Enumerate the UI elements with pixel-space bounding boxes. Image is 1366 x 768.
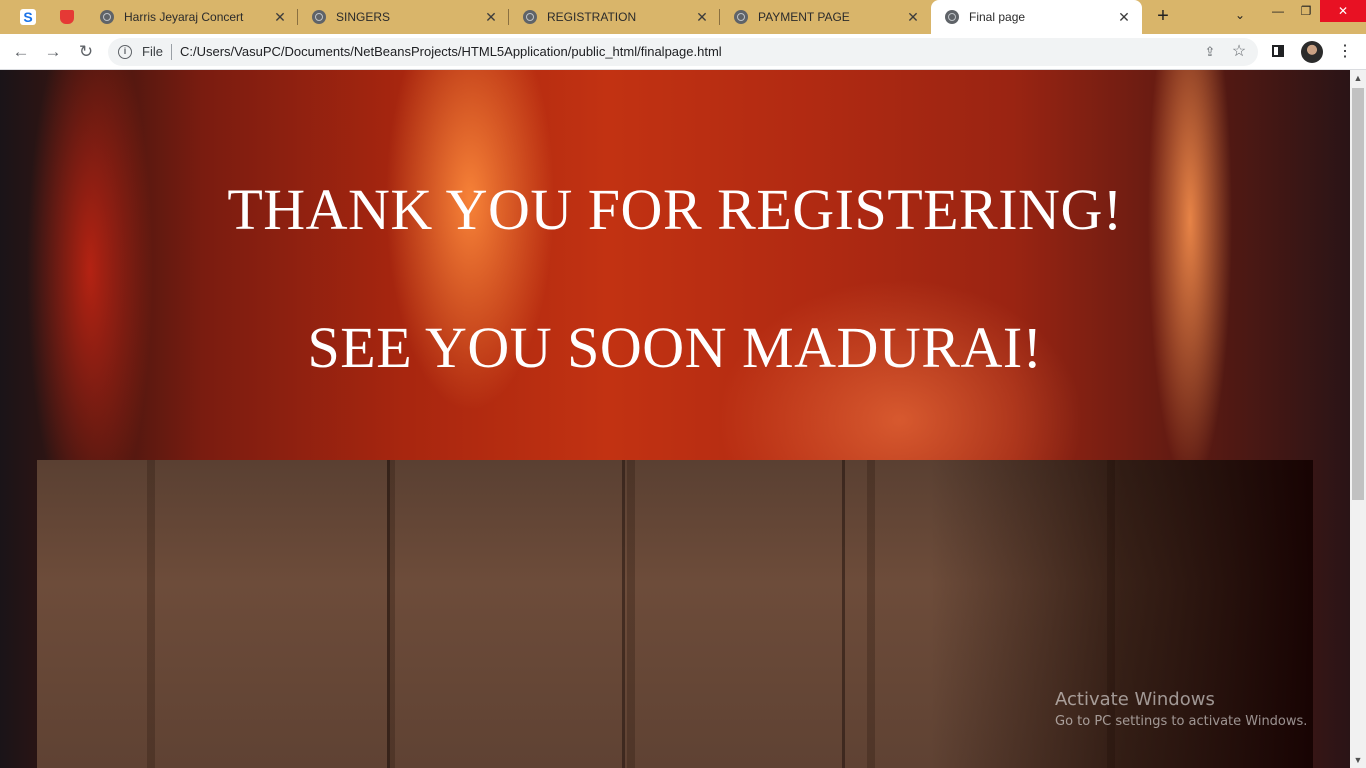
thank-you-heading: THANK YOU FOR REGISTERING!: [227, 177, 1123, 242]
scheme-label: File: [142, 44, 163, 59]
scroll-down-arrow-icon[interactable]: ▼: [1350, 752, 1366, 768]
share-icon[interactable]: ⇪: [1202, 44, 1218, 60]
scrollbar-thumb[interactable]: [1352, 88, 1364, 500]
photo-texture: [842, 460, 845, 768]
reload-icon[interactable]: ↻: [75, 41, 97, 63]
vertical-scrollbar[interactable]: ▲ ▼: [1350, 70, 1366, 768]
pdf-bookmark-icon: [60, 10, 74, 24]
side-panel-icon[interactable]: [1272, 45, 1284, 57]
profile-avatar[interactable]: [1301, 41, 1323, 63]
tab-title: SINGERS: [336, 10, 391, 24]
close-tab-icon[interactable]: ✕: [905, 9, 921, 25]
activate-windows-title: Activate Windows: [1055, 689, 1215, 710]
globe-icon: [100, 10, 114, 24]
restore-icon[interactable]: ❐: [1292, 0, 1320, 22]
close-tab-icon[interactable]: ✕: [694, 9, 710, 25]
back-arrow-icon[interactable]: ←: [10, 41, 32, 63]
scroll-up-arrow-icon[interactable]: ▲: [1350, 70, 1366, 86]
close-tab-icon[interactable]: ✕: [272, 9, 288, 25]
photo-texture: [387, 460, 390, 768]
pinned-tab-pdf[interactable]: [48, 0, 86, 34]
photo-texture: [622, 460, 625, 768]
globe-icon: [312, 10, 326, 24]
tab-title: REGISTRATION: [547, 10, 637, 24]
tab-registration[interactable]: REGISTRATION ✕: [509, 0, 720, 34]
globe-icon: [523, 10, 537, 24]
site-info-icon[interactable]: i: [118, 45, 132, 59]
pinned-tab-skype[interactable]: S: [10, 0, 46, 34]
bookmark-star-icon[interactable]: ☆: [1230, 43, 1248, 61]
url-text[interactable]: C:/Users/VasuPC/Documents/NetBeansProjec…: [180, 44, 722, 59]
window-controls: — ❐ ✕: [1264, 0, 1366, 22]
new-tab-button[interactable]: +: [1152, 5, 1174, 27]
tab-payment-page[interactable]: PAYMENT PAGE ✕: [720, 0, 931, 34]
minimize-icon[interactable]: —: [1264, 0, 1292, 22]
skype-s-icon: S: [20, 9, 36, 25]
close-tab-icon[interactable]: ✕: [483, 9, 499, 25]
tab-search-icon[interactable]: ⌄: [1230, 8, 1250, 26]
tab-final-page[interactable]: Final page ✕: [931, 0, 1142, 34]
tab-singers[interactable]: SINGERS ✕: [298, 0, 509, 34]
tab-strip: S Harris Jeyaraj Concert ✕ SINGERS ✕ REG…: [0, 0, 1366, 34]
close-window-icon[interactable]: ✕: [1320, 0, 1366, 22]
browser-toolbar: ← → ↻ i File C:/Users/VasuPC/Documents/N…: [0, 34, 1366, 70]
globe-icon: [734, 10, 748, 24]
tab-title: PAYMENT PAGE: [758, 10, 850, 24]
close-tab-icon[interactable]: ✕: [1116, 9, 1132, 25]
page-viewport: THANK YOU FOR REGISTERING! SEE YOU SOON …: [0, 70, 1350, 768]
forward-arrow-icon[interactable]: →: [42, 41, 64, 63]
tab-title: Final page: [969, 10, 1026, 24]
activate-windows-subtitle: Go to PC settings to activate Windows.: [1055, 714, 1308, 729]
kebab-menu-icon[interactable]: ⋮: [1336, 41, 1354, 63]
tab-harris-jeyaraj-concert[interactable]: Harris Jeyaraj Concert ✕: [86, 0, 298, 34]
address-divider: [171, 44, 172, 60]
tab-title: Harris Jeyaraj Concert: [124, 10, 244, 24]
globe-icon: [945, 10, 959, 24]
activate-windows-watermark: Activate Windows Go to PC settings to ac…: [1055, 689, 1307, 729]
see-you-soon-heading: SEE YOU SOON MADURAI!: [307, 315, 1043, 380]
address-bar[interactable]: i File C:/Users/VasuPC/Documents/NetBean…: [108, 38, 1258, 66]
